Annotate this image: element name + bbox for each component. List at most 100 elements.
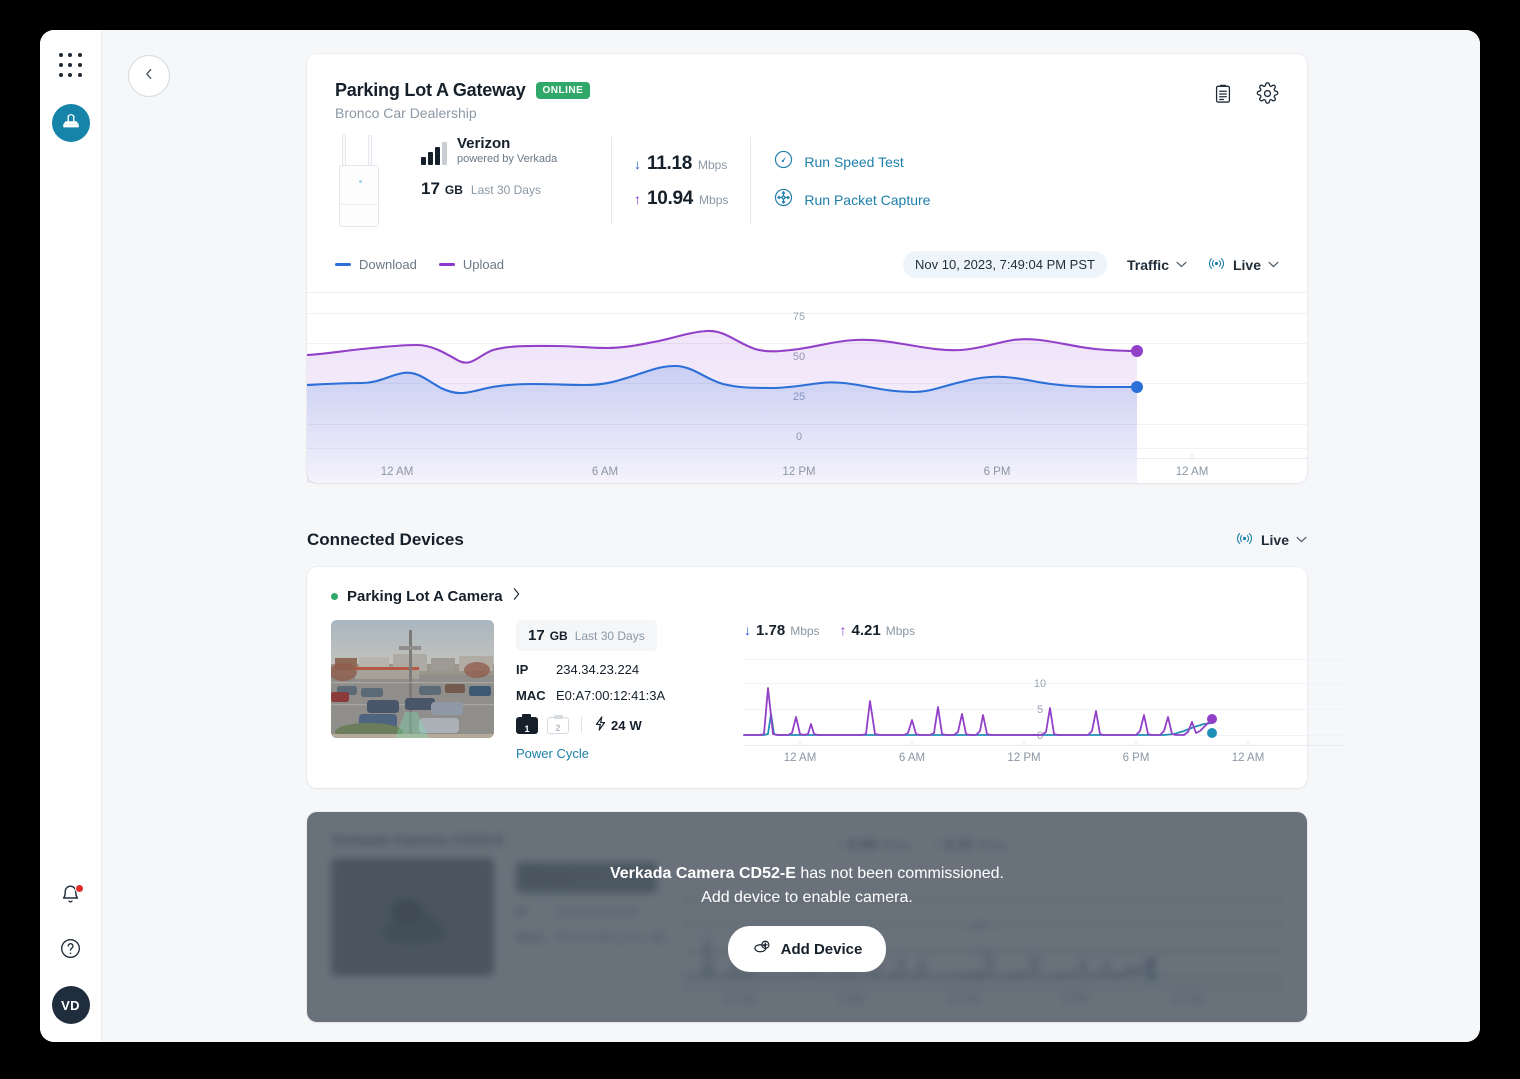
arrow-down-icon: ↓: [744, 622, 751, 638]
legend-swatch-download: [335, 263, 351, 266]
download-speed-value: 11.18: [647, 153, 692, 175]
svg-text:75: 75: [793, 311, 805, 323]
status-dot-online: [331, 593, 338, 600]
help-button[interactable]: [52, 932, 90, 970]
gateway-subtitle: Bronco Car Dealership: [335, 105, 1279, 121]
port-1-label: 1: [524, 724, 529, 734]
device-usage-period: Last 30 Days: [575, 629, 645, 643]
device-mac-row: MAC E0:A7:00:12:41:3A: [516, 688, 734, 703]
chart-x-labels: 12 AM 6 AM 12 PM 6 PM 12 AM: [784, 752, 1265, 764]
uncommissioned-message-line1: Verkada Camera CD52-E has not been commi…: [610, 862, 1004, 886]
svg-text:6 PM: 6 PM: [1123, 752, 1150, 764]
arrow-up-icon: ↑: [840, 622, 847, 638]
metric-dropdown[interactable]: Traffic: [1127, 257, 1187, 273]
svg-text:6 AM: 6 AM: [899, 752, 925, 764]
devices-mode-label: Live: [1261, 532, 1289, 548]
run-speed-test-button[interactable]: Run Speed Test: [773, 149, 930, 175]
gateway-header: Parking Lot A Gateway ONLINE Bronco Car …: [307, 54, 1307, 121]
devices-mode-dropdown[interactable]: Live: [1235, 529, 1307, 551]
svg-text:5: 5: [1037, 704, 1043, 716]
page-content: Parking Lot A Gateway ONLINE Bronco Car …: [307, 54, 1307, 1022]
camera-traffic-chart[interactable]: 10 5 0: [744, 651, 1344, 766]
router-icon: [60, 110, 82, 137]
gateway-traffic-chart[interactable]: 75 50 25 0: [307, 293, 1307, 483]
usage-period: Last 30 Days: [471, 183, 541, 197]
port-indicator-1[interactable]: 1: [516, 717, 538, 734]
device-power-value: 24: [611, 718, 625, 733]
metric-dropdown-label: Traffic: [1127, 257, 1169, 273]
signal-strength-icon: [421, 143, 447, 165]
run-packet-capture-button[interactable]: Run Packet Capture: [773, 187, 930, 213]
device-mac-key: MAC: [516, 688, 556, 703]
legend-item-download: Download: [335, 257, 417, 272]
back-button[interactable]: [128, 55, 170, 97]
chevron-right-icon: [512, 587, 521, 606]
live-broadcast-icon: [1207, 254, 1226, 276]
avatar[interactable]: VD: [52, 986, 90, 1024]
svg-text:12 AM: 12 AM: [784, 752, 817, 764]
uncommissioned-message-rest: has not been commissioned.: [796, 865, 1004, 882]
upload-speed-value: 10.94: [647, 188, 693, 210]
grid-dots-icon[interactable]: [58, 52, 84, 78]
gateway-speeds: ↓ 11.18 Mbps ↑ 10.94 Mbps: [612, 135, 750, 227]
gateway-usage: 17 GB Last 30 Days: [421, 179, 593, 199]
device-ip-row: IP 234.34.23.224: [516, 662, 734, 677]
usage-value: 17: [421, 179, 440, 199]
device-download-unit: Mbps: [790, 624, 819, 638]
device-ip-key: IP: [516, 662, 556, 677]
device-ip-value: 234.34.23.224: [556, 662, 639, 677]
device-ports: 1 2 24: [516, 716, 734, 734]
legend-item-upload: Upload: [439, 257, 504, 272]
divider: [581, 717, 582, 733]
speedometer-icon: [773, 149, 794, 175]
live-broadcast-icon: [1235, 529, 1254, 551]
status-badge: ONLINE: [536, 82, 591, 99]
uncommissioned-device-name: Verkada Camera CD52-E: [610, 865, 796, 882]
gateway-card: Parking Lot A Gateway ONLINE Bronco Car …: [307, 54, 1307, 483]
download-end-marker: [1207, 728, 1217, 738]
carrier-powered-by: powered by Verkada: [457, 153, 557, 165]
mode-dropdown[interactable]: Live: [1207, 254, 1279, 276]
port-indicator-2[interactable]: 2: [547, 717, 569, 734]
run-packet-capture-label: Run Packet Capture: [804, 192, 930, 208]
chart-timestamp[interactable]: Nov 10, 2023, 7:49:04 PM PST: [903, 251, 1107, 278]
upload-speed-unit: Mbps: [699, 193, 728, 207]
chevron-down-icon: [1268, 259, 1279, 271]
svg-text:12 AM: 12 AM: [1232, 752, 1265, 764]
download-speed: ↓ 11.18 Mbps: [634, 153, 728, 175]
upload-end-marker: [1131, 345, 1143, 357]
device-speeds: ↓ 1.78 Mbps ↑ 4.21 Mbps: [744, 622, 1344, 639]
gateway-header-actions: [1212, 82, 1279, 105]
device-chart-column: ↓ 1.78 Mbps ↑ 4.21 Mbps: [734, 620, 1344, 766]
gear-icon[interactable]: [1256, 82, 1279, 105]
run-speed-test-label: Run Speed Test: [804, 154, 903, 170]
device-mac-value: E0:A7:00:12:41:3A: [556, 688, 665, 703]
svg-text:0: 0: [1037, 730, 1043, 742]
sidebar-item-command-connector[interactable]: [52, 104, 90, 142]
app-window: VD Parking Lot A Gateway ONLINE Bronco C…: [40, 30, 1480, 1042]
device-thumbnail[interactable]: [331, 620, 494, 738]
device-upload-unit: Mbps: [886, 624, 915, 638]
device-power-unit: W: [629, 718, 641, 733]
add-device-button[interactable]: Add Device: [728, 926, 887, 972]
connected-devices-header: Connected Devices Live: [307, 529, 1307, 551]
chart-toolbar: Download Upload Nov 10, 2023, 7:49:04 PM…: [307, 245, 1307, 293]
port-2-label: 2: [555, 723, 560, 733]
svg-text:12 PM: 12 PM: [782, 466, 815, 478]
notifications-button[interactable]: [52, 878, 90, 916]
help-icon: [59, 937, 82, 965]
legend-label-upload: Upload: [463, 257, 504, 272]
chevron-down-icon: [1176, 259, 1187, 271]
upload-line: [744, 688, 1212, 735]
svg-text:12 AM: 12 AM: [381, 466, 414, 478]
section-title: Connected Devices: [307, 530, 464, 550]
mode-dropdown-label: Live: [1233, 257, 1261, 273]
page-title: Parking Lot A Gateway: [335, 80, 526, 101]
svg-text:6 PM: 6 PM: [984, 466, 1011, 478]
gateway-run-actions: Run Speed Test Run P: [751, 135, 930, 227]
uncommissioned-message-line2: Add device to enable camera.: [610, 886, 1004, 910]
power-cycle-link[interactable]: Power Cycle: [516, 746, 734, 761]
clipboard-icon[interactable]: [1212, 83, 1234, 105]
device-name-row[interactable]: Parking Lot A Camera: [331, 587, 1283, 606]
device-upload-value: 4.21: [852, 622, 881, 639]
